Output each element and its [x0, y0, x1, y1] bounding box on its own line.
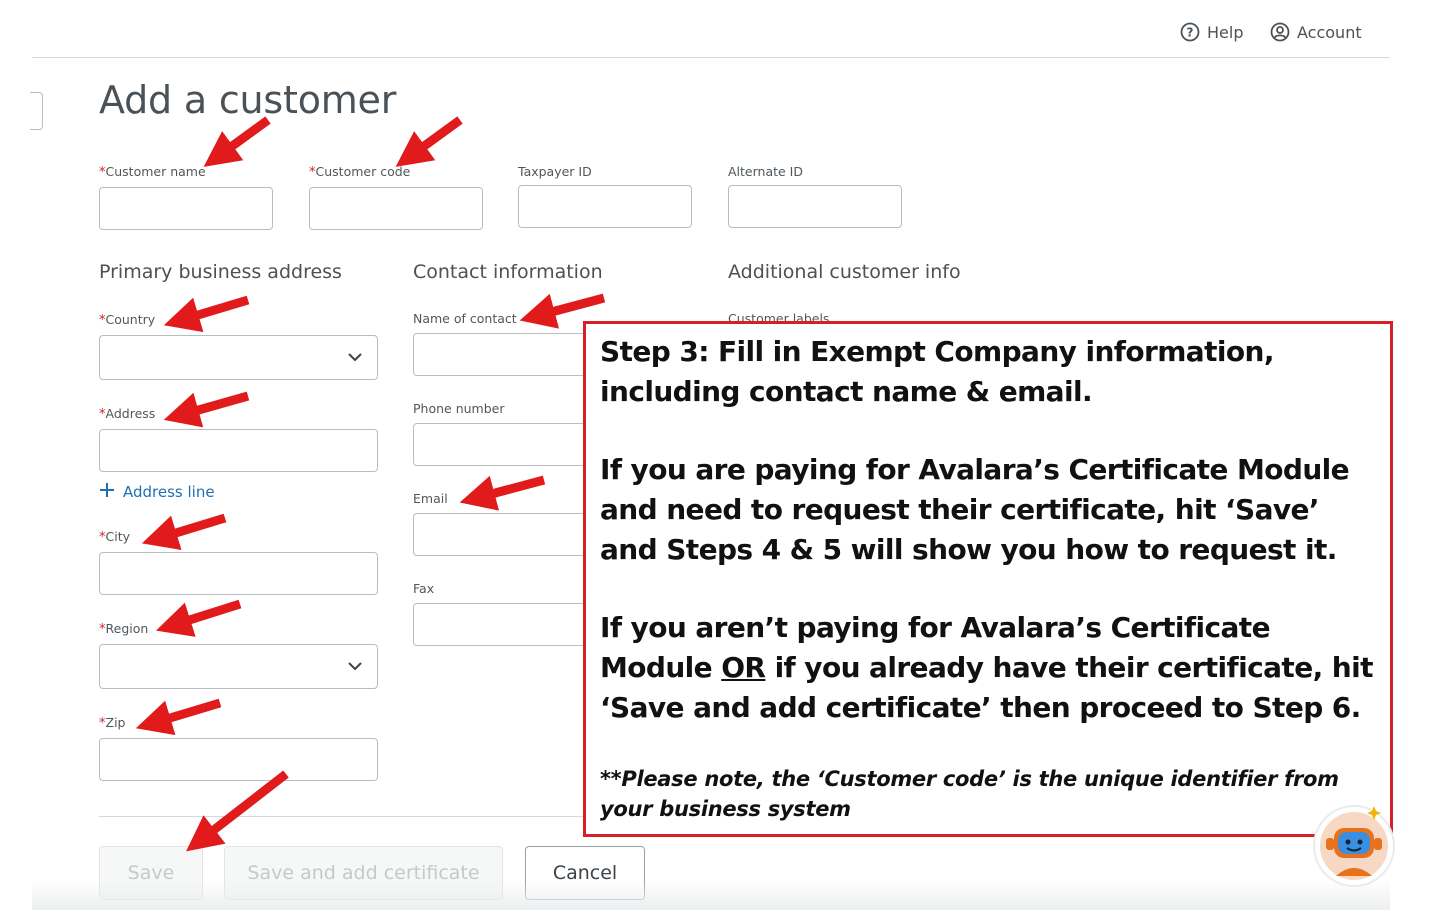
page-title: Add a customer	[99, 78, 397, 122]
arrow-city	[141, 513, 227, 551]
email-label: Email	[413, 491, 448, 506]
city-label: *City	[99, 529, 130, 545]
customer-name-label: *Customer name	[99, 164, 206, 180]
arrow-zip	[135, 698, 222, 736]
bottom-shade	[32, 880, 1390, 910]
zip-input[interactable]	[99, 738, 378, 781]
region-label: *Region	[99, 621, 149, 637]
arrow-contact-name	[519, 293, 606, 329]
sidebar-toggle[interactable]	[30, 92, 43, 130]
header-divider	[32, 57, 1390, 58]
customer-code-input[interactable]	[309, 187, 483, 230]
callout-heading-line1: Step 3: Fill in Exempt Company informati…	[600, 335, 1274, 368]
customer-name-input[interactable]	[99, 187, 273, 230]
contact-name-label: Name of contact	[413, 311, 517, 326]
callout-paragraph-save-and-add: If you aren’t paying for Avalara’s Certi…	[600, 611, 1374, 724]
arrow-customer-code	[395, 116, 463, 167]
account-icon	[1270, 22, 1290, 42]
zip-label: *Zip	[99, 715, 126, 731]
arrow-region	[155, 599, 242, 637]
add-address-line-label: Address line	[123, 483, 215, 501]
taxpayer-id-input[interactable]	[518, 185, 692, 228]
help-link[interactable]: ? Help	[1180, 22, 1243, 42]
assistant-bot-icon[interactable]	[1306, 800, 1396, 890]
additional-section-title: Additional customer info	[728, 261, 961, 283]
svg-text:?: ?	[1187, 26, 1194, 40]
account-link[interactable]: Account	[1270, 22, 1362, 42]
fax-label: Fax	[413, 581, 435, 596]
arrow-address	[163, 391, 250, 428]
instruction-callout: Step 3: Fill in Exempt Company informati…	[583, 321, 1393, 837]
account-label: Account	[1297, 22, 1362, 42]
address-label: *Address	[99, 406, 156, 422]
callout-note: **Please note, the ‘Customer code’ is th…	[600, 767, 1339, 821]
callout-paragraph-save: If you are paying for Avalara’s Certific…	[600, 453, 1350, 566]
plus-icon	[99, 482, 115, 502]
arrow-country	[163, 295, 250, 333]
address-section-title: Primary business address	[99, 261, 342, 283]
alternate-id-input[interactable]	[728, 185, 902, 228]
phone-label: Phone number	[413, 401, 505, 416]
contact-section-title: Contact information	[413, 261, 603, 283]
arrow-customer-name	[203, 116, 271, 167]
customer-code-label: *Customer code	[309, 164, 411, 180]
alternate-id-label: Alternate ID	[728, 164, 803, 179]
taxpayer-id-label: Taxpayer ID	[518, 164, 592, 179]
add-address-line-button[interactable]: Address line	[99, 482, 215, 502]
country-select[interactable]	[99, 335, 378, 380]
help-label: Help	[1207, 22, 1244, 42]
arrow-save	[186, 770, 289, 852]
region-select[interactable]	[99, 644, 378, 689]
chevron-down-icon	[347, 349, 363, 367]
address-input[interactable]	[99, 429, 378, 472]
country-label: *Country	[99, 312, 156, 328]
city-input[interactable]	[99, 552, 378, 595]
help-icon: ?	[1180, 22, 1200, 42]
chevron-down-icon	[347, 658, 363, 676]
arrow-email	[459, 475, 546, 511]
callout-heading-line2: including contact name & email.	[600, 375, 1093, 408]
